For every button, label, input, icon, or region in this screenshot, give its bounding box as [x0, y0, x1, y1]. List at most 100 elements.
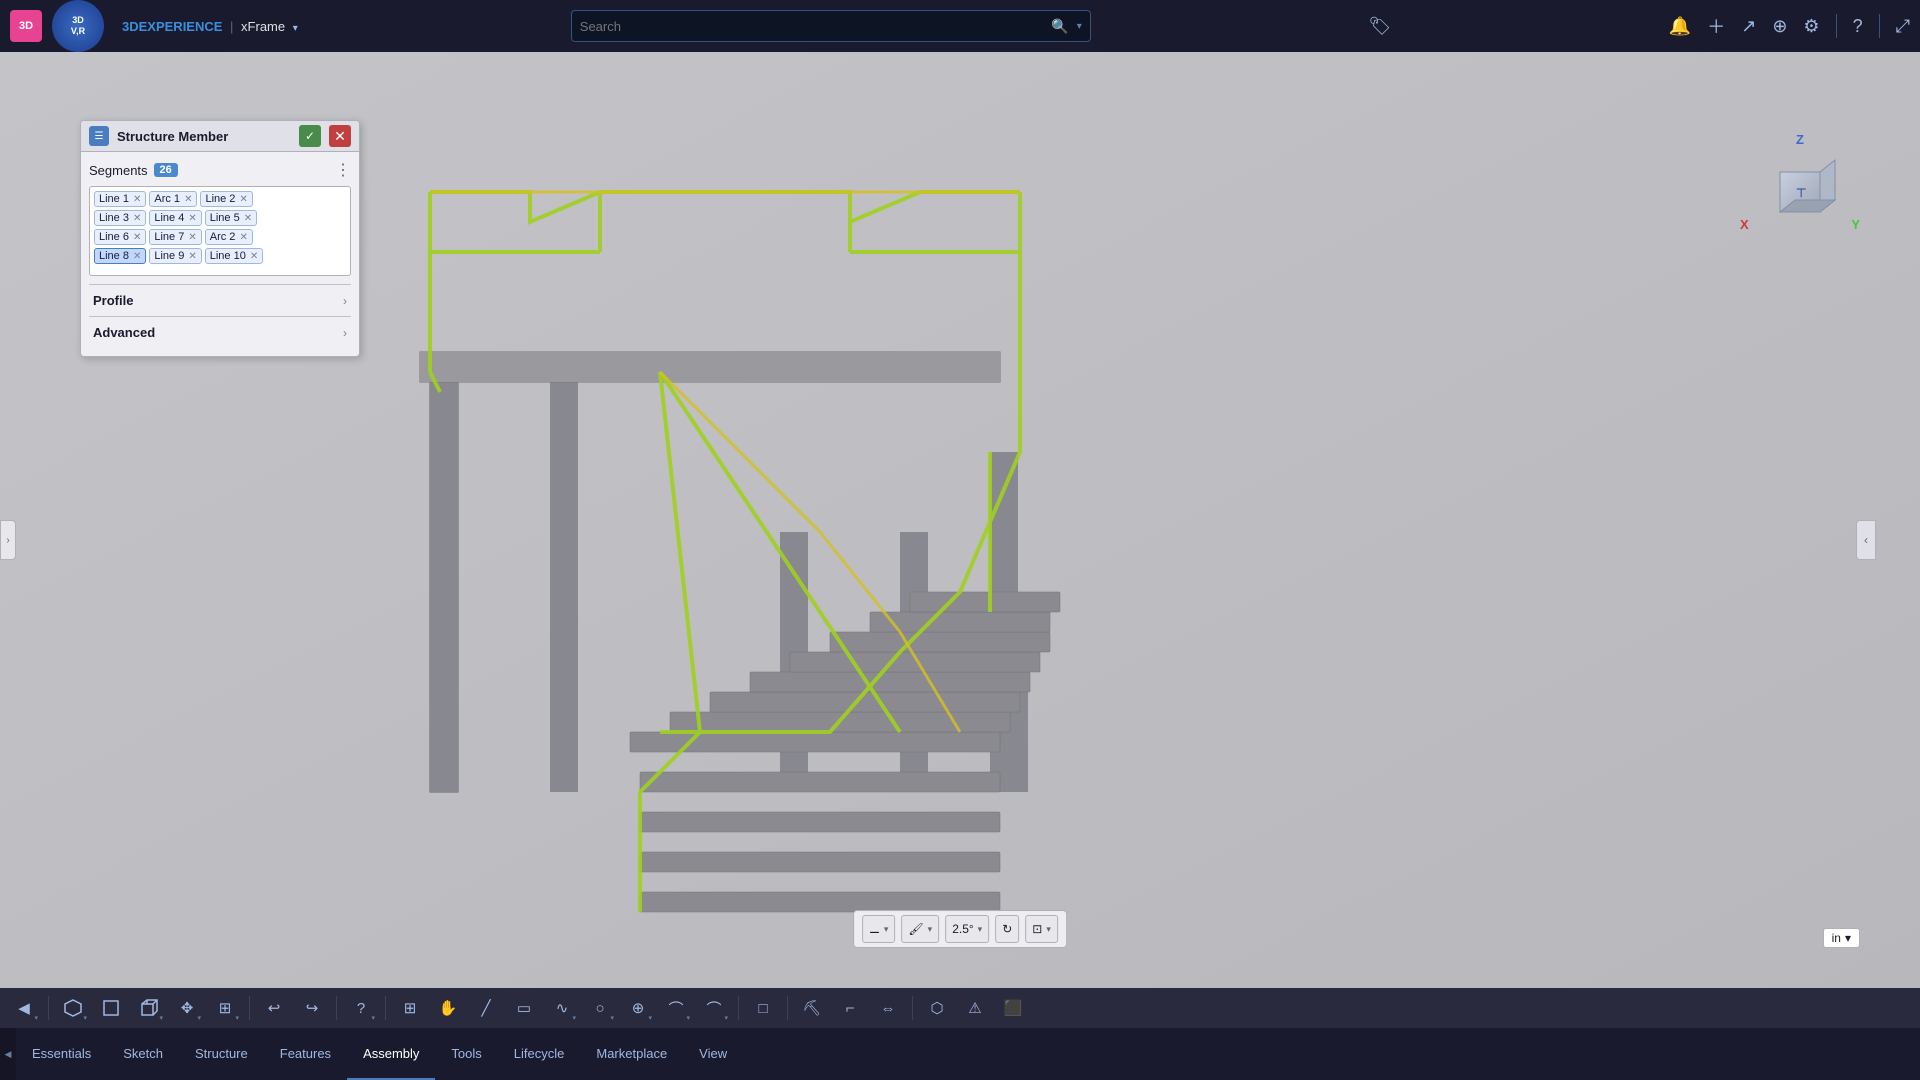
panel-body: Segments 26 ⋮ Line 1 ✕ Arc 1 ✕ Line 2 — [81, 152, 359, 356]
panel-confirm-button[interactable]: ✓ — [299, 125, 321, 147]
help-tool-button[interactable]: ? — [345, 992, 377, 1024]
tab-structure[interactable]: Structure — [179, 1028, 264, 1080]
segment-chip-line2[interactable]: Line 2 ✕ — [200, 191, 252, 207]
segment-chip-line3[interactable]: Line 3 ✕ — [94, 210, 146, 226]
dim-tool-button[interactable]: ⬡ — [921, 992, 953, 1024]
segment-chip-line9[interactable]: Line 9 ✕ — [149, 248, 201, 264]
search-bar[interactable]: 🔍 ▾ — [571, 10, 1091, 42]
panel-close-button[interactable]: ✕ — [329, 125, 351, 147]
segment-chip-line7[interactable]: Line 7 ✕ — [149, 229, 201, 245]
remove-arc1-button[interactable]: ✕ — [184, 194, 192, 205]
unit-value: in — [1832, 931, 1841, 945]
add-button[interactable]: ＋ — [1707, 13, 1725, 39]
tool-row: ◀ ✥ ⊞ ↩ ↪ ? ⊞ ✋ ╱ ▭ ∿ ○ ⊕ ⌒ ⌒ □ ⛏ ⌐ ⇔ ⬡ … — [0, 988, 1920, 1028]
tag-icon[interactable]: 🏷 — [1364, 10, 1396, 42]
point-tool-button[interactable]: ⊕ — [622, 992, 654, 1024]
model-toggle-button[interactable]: ◀ — [8, 992, 40, 1024]
notifications-button[interactable]: 🔔 — [1669, 16, 1691, 37]
3d-view-button[interactable]: ⬛ — [997, 992, 1029, 1024]
segment-row-4: Line 8 ✕ Line 9 ✕ Line 10 ✕ — [94, 248, 346, 264]
segment-chip-line8[interactable]: Line 8 ✕ — [94, 248, 146, 264]
tab-toggle-left[interactable]: ◀ — [0, 1028, 16, 1080]
compass-button[interactable]: 3DV,R — [52, 0, 104, 52]
collaborate-button[interactable]: ⊕ — [1772, 16, 1787, 37]
remove-line2-button[interactable]: ✕ — [239, 194, 247, 205]
undo-button[interactable]: ↩ — [258, 992, 290, 1024]
viewport[interactable]: › ☰ Structure Member ✓ ✕ Segments 26 ⋮ L… — [0, 52, 1920, 1028]
advanced-expand-row[interactable]: Advanced › — [89, 316, 351, 348]
solid-tool-button[interactable] — [57, 992, 89, 1024]
profile-expand-arrow: › — [343, 294, 347, 308]
right-panel-toggle[interactable]: ‹ — [1856, 520, 1876, 560]
help-button[interactable]: ? — [1853, 16, 1863, 37]
move-tool-button[interactable]: ✥ — [171, 992, 203, 1024]
tab-tools[interactable]: Tools — [435, 1028, 497, 1080]
left-panel-toggle[interactable]: › — [0, 520, 16, 560]
tab-assembly[interactable]: Assembly — [347, 1028, 435, 1080]
tab-lifecycle[interactable]: Lifecycle — [498, 1028, 581, 1080]
arc-tool-button[interactable]: ⌒ — [660, 992, 692, 1024]
segments-label: Segments — [89, 163, 148, 178]
tab-features[interactable]: Features — [264, 1028, 347, 1080]
project-dropdown[interactable]: ▾ — [293, 23, 298, 34]
snap-obj-button[interactable]: ⊞ — [209, 992, 241, 1024]
remove-line1-button[interactable]: ✕ — [133, 194, 141, 205]
app-logo[interactable]: 3D — [10, 10, 42, 42]
orientation-cube[interactable]: Z ⊤ X Y — [1740, 132, 1860, 292]
remove-line9-button[interactable]: ✕ — [188, 251, 196, 262]
segment-chip-line4[interactable]: Line 4 ✕ — [149, 210, 201, 226]
remove-line8-button[interactable]: ✕ — [133, 251, 141, 262]
segment-chip-line5[interactable]: Line 5 ✕ — [205, 210, 257, 226]
snap-paint-button[interactable]: 🖌 ▾ — [901, 915, 939, 943]
unit-selector[interactable]: in ▾ — [1823, 928, 1860, 948]
tool-divider-7 — [912, 996, 913, 1020]
tool-divider-5 — [738, 996, 739, 1020]
tab-essentials[interactable]: Essentials — [16, 1028, 107, 1080]
remove-line6-button[interactable]: ✕ — [133, 232, 141, 243]
search-input[interactable] — [580, 19, 1044, 34]
tab-sketch[interactable]: Sketch — [107, 1028, 179, 1080]
search-dropdown-arrow[interactable]: ▾ — [1077, 21, 1082, 32]
trim-tool-button[interactable]: ⛏ — [796, 992, 828, 1024]
rect-tool-button[interactable]: ▭ — [508, 992, 540, 1024]
remove-line3-button[interactable]: ✕ — [133, 213, 141, 224]
circle-center-button[interactable]: ○ — [584, 992, 616, 1024]
box-tool-button[interactable] — [133, 992, 165, 1024]
segments-list[interactable]: Line 1 ✕ Arc 1 ✕ Line 2 ✕ Line 3 — [89, 186, 351, 276]
mirror-tool-button[interactable]: ⇔ — [872, 992, 904, 1024]
angle-value[interactable]: 2.5° ▾ — [945, 915, 989, 943]
segment-row-2: Line 3 ✕ Line 4 ✕ Line 5 ✕ — [94, 210, 346, 226]
remove-arc2-button[interactable]: ✕ — [239, 232, 247, 243]
maximize-button[interactable]: ⤢ — [1896, 16, 1910, 37]
fillet-tool-button[interactable]: ⌐ — [834, 992, 866, 1024]
remove-line4-button[interactable]: ✕ — [188, 213, 196, 224]
segment-chip-line1[interactable]: Line 1 ✕ — [94, 191, 146, 207]
sheet-tool-button[interactable] — [95, 992, 127, 1024]
remove-line7-button[interactable]: ✕ — [188, 232, 196, 243]
snap-lines-button[interactable]: ⚊ ▾ — [862, 915, 895, 943]
constraint-box-button[interactable]: □ — [747, 992, 779, 1024]
tab-marketplace[interactable]: Marketplace — [580, 1028, 683, 1080]
hand-tool-button[interactable]: ✋ — [432, 992, 464, 1024]
tab-view[interactable]: View — [683, 1028, 743, 1080]
segments-menu-button[interactable]: ⋮ — [335, 160, 351, 180]
share-button[interactable]: ↗ — [1741, 16, 1756, 37]
redo-button[interactable]: ↪ — [296, 992, 328, 1024]
segment-chip-arc1[interactable]: Arc 1 ✕ — [149, 191, 197, 207]
profile-expand-row[interactable]: Profile › — [89, 284, 351, 316]
cube-z-label: Z — [1796, 132, 1804, 147]
settings-button[interactable]: ⚙ — [1803, 16, 1819, 37]
segment-chip-arc2[interactable]: Arc 2 ✕ — [205, 229, 253, 245]
line-tool-button[interactable]: ╱ — [470, 992, 502, 1024]
remove-line10-button[interactable]: ✕ — [250, 251, 258, 262]
segment-chip-line10[interactable]: Line 10 ✕ — [205, 248, 263, 264]
panel-icon: ☰ — [89, 126, 109, 146]
grid-view-button[interactable]: ⊞ — [394, 992, 426, 1024]
remove-line5-button[interactable]: ✕ — [244, 213, 252, 224]
poly-tool-button[interactable]: ⌒ — [698, 992, 730, 1024]
segment-chip-line6[interactable]: Line 6 ✕ — [94, 229, 146, 245]
spline-tool-button[interactable]: ∿ — [546, 992, 578, 1024]
snap-grid-button[interactable]: ⊡ ▾ — [1025, 915, 1058, 943]
warn-tool-button[interactable]: ⚠ — [959, 992, 991, 1024]
rotate-button[interactable]: ↻ — [995, 915, 1019, 943]
